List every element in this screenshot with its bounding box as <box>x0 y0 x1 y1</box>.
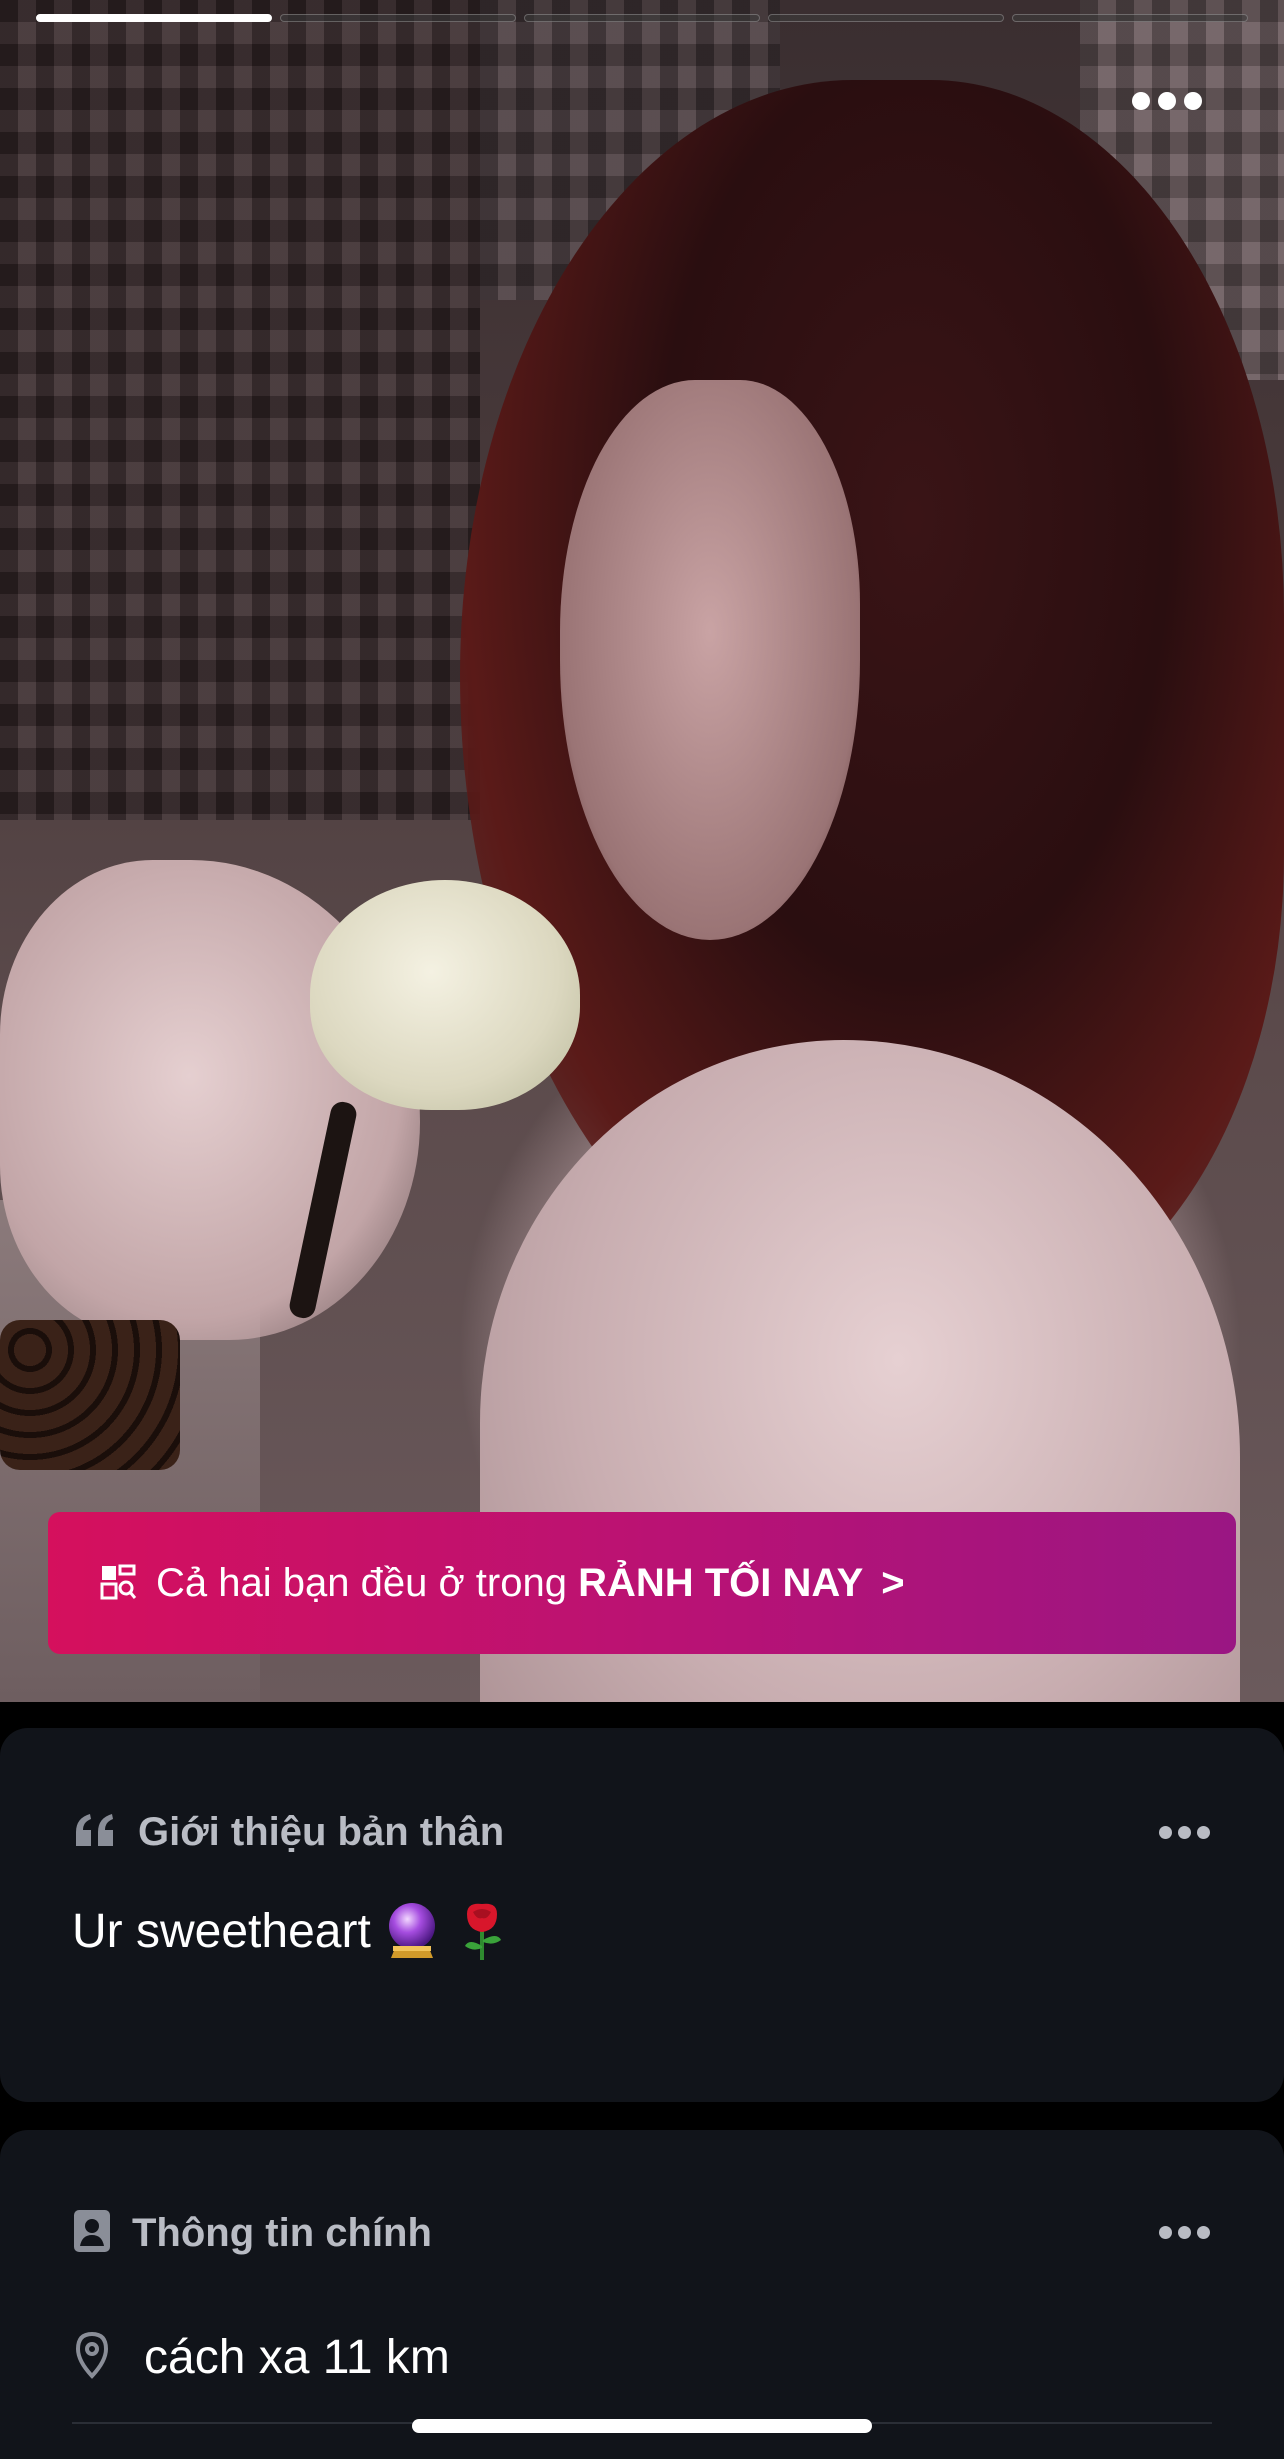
distance-row: cách xa 11 km <box>72 2330 450 2385</box>
about-me-more-button[interactable] <box>1159 1826 1210 1839</box>
more-dot-icon <box>1159 1826 1172 1839</box>
location-pin-icon <box>72 2331 112 2384</box>
home-indicator[interactable] <box>412 2419 872 2433</box>
main-info-card: Thông tin chính cách xa 11 km <box>0 2130 1284 2459</box>
photo-progress-segment[interactable] <box>280 14 516 22</box>
rose-icon <box>453 1900 511 1962</box>
photo-progress-segment[interactable] <box>524 14 760 22</box>
photo-progress-segment[interactable] <box>36 14 272 22</box>
bead-bracelet <box>0 1320 180 1470</box>
main-info-title: Thông tin chính <box>132 2211 432 2255</box>
more-dot-icon <box>1158 92 1176 110</box>
about-me-title: Giới thiệu bản thân <box>138 1810 505 1854</box>
more-dot-icon <box>1178 2226 1191 2239</box>
about-me-card: Giới thiệu bản thân Ur sweetheart <box>0 1728 1284 2102</box>
preview-search-icon <box>100 1564 138 1602</box>
background-building <box>0 0 480 820</box>
more-options-button[interactable] <box>1130 92 1204 110</box>
photo-progress-segment[interactable] <box>768 14 1004 22</box>
main-info-more-button[interactable] <box>1159 2226 1210 2239</box>
quote-icon <box>72 1812 118 1853</box>
main-info-header: Thông tin chính <box>72 2208 432 2259</box>
more-dot-icon <box>1159 2226 1172 2239</box>
bio-text: Ur sweetheart <box>72 1904 371 1958</box>
crystal-ball-icon <box>383 1900 441 1962</box>
photo-progress-segment[interactable] <box>1012 14 1248 22</box>
more-dot-icon <box>1178 1826 1191 1839</box>
chevron-right-icon: > <box>881 1560 905 1605</box>
more-dot-icon <box>1197 1826 1210 1839</box>
about-me-header: Giới thiệu bản thân <box>72 1810 504 1855</box>
profile-screen: Cả hai bạn đều ở trong RẢNH TỐI NAY > Gi… <box>0 0 1284 2459</box>
lotus-flower <box>310 880 580 1110</box>
bio-text-row: Ur sweetheart <box>72 1900 511 1962</box>
more-dot-icon <box>1197 2226 1210 2239</box>
photo-subject-face <box>560 380 860 940</box>
more-dot-icon <box>1132 92 1150 110</box>
banner-text: Cả hai bạn đều ở trong RẢNH TỐI NAY <box>156 1561 863 1606</box>
more-dot-icon <box>1184 92 1202 110</box>
banner-text-highlight: RẢNH TỐI NAY <box>578 1560 864 1605</box>
banner-text-prefix: Cả hai bạn đều ở trong <box>156 1560 579 1605</box>
distance-text: cách xa 11 km <box>144 2331 450 2384</box>
profile-photo[interactable]: Cả hai bạn đều ở trong RẢNH TỐI NAY > <box>0 0 1284 1702</box>
photo-progress-bar <box>36 14 1248 26</box>
shared-interest-banner[interactable]: Cả hai bạn đều ở trong RẢNH TỐI NAY > <box>48 1512 1236 1654</box>
id-card-icon <box>72 2208 112 2259</box>
